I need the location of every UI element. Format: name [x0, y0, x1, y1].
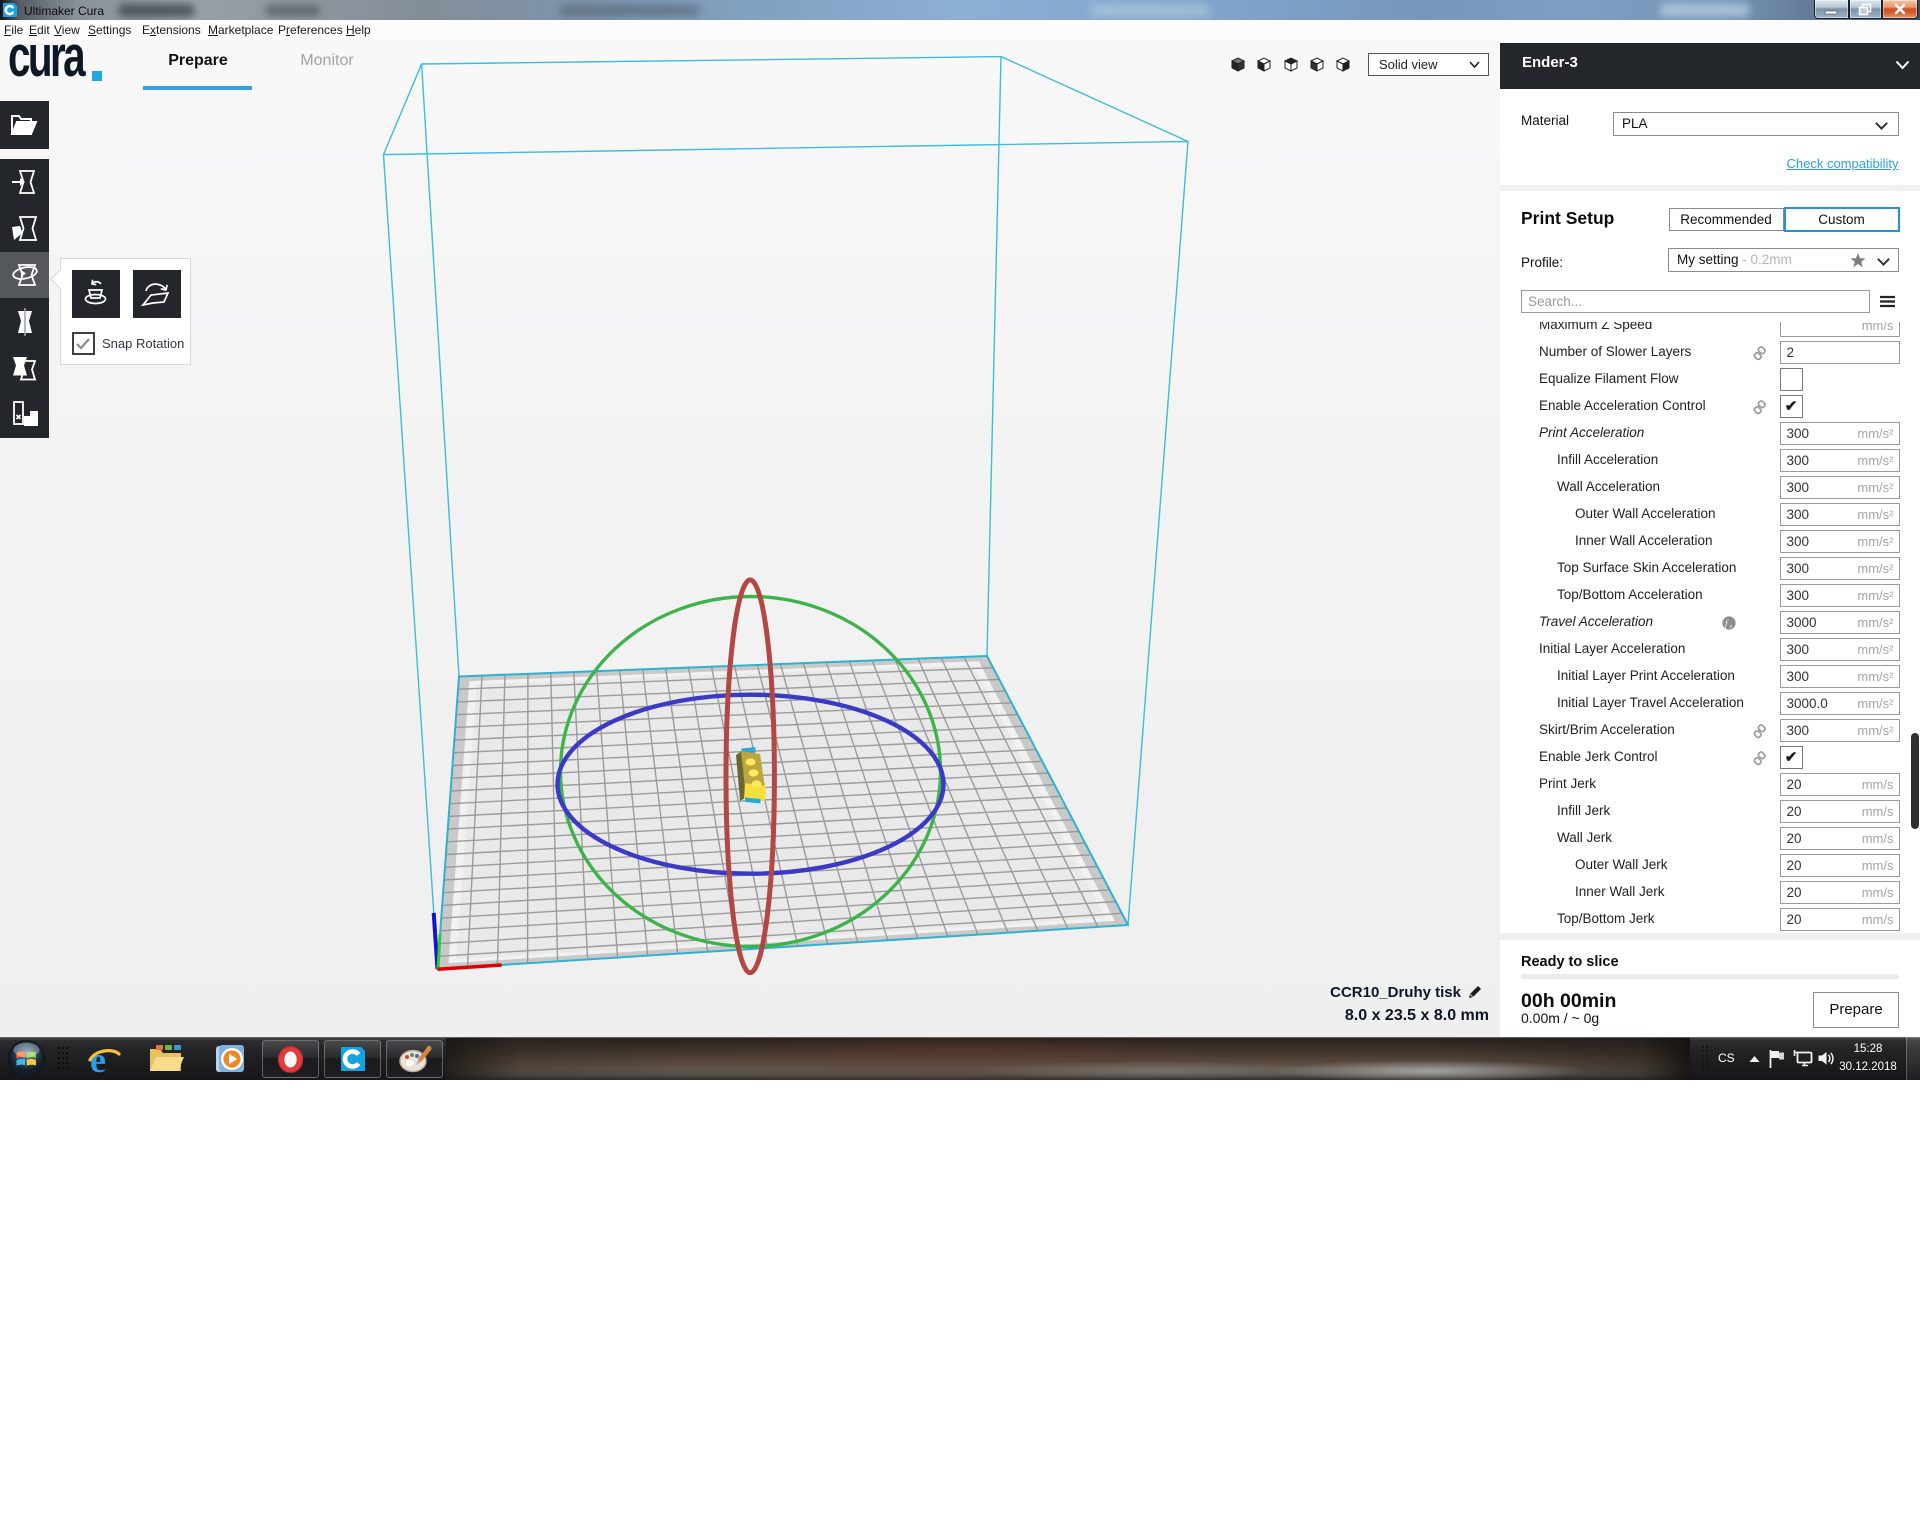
svg-text:x: x [1729, 624, 1733, 630]
